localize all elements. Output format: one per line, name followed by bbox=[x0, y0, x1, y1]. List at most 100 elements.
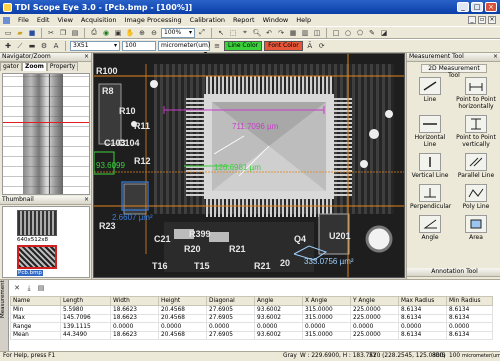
tool-vertical-line[interactable]: Vertical Line bbox=[410, 153, 450, 179]
col-name[interactable]: Name bbox=[10, 296, 61, 306]
select-icon[interactable]: ⬚ bbox=[228, 28, 238, 38]
annotation-area-poly[interactable]: 333.0756 µm² bbox=[304, 257, 354, 266]
measure-line-icon[interactable]: ⟋ bbox=[15, 41, 25, 51]
annotation-distance[interactable]: 126.6981 µm bbox=[214, 163, 261, 172]
col-angle[interactable]: Angle bbox=[254, 296, 303, 306]
thumbnail-item[interactable] bbox=[17, 210, 57, 236]
font-icon[interactable]: Ā bbox=[305, 41, 315, 51]
tool-horizontal-line[interactable]: Horizontal Line bbox=[410, 115, 450, 148]
arrow-icon[interactable]: ↖ bbox=[216, 28, 226, 38]
navigator-close-icon[interactable]: × bbox=[84, 53, 89, 61]
table-row[interactable]: Mean 44.3490 18.6623 20.4568 27.6905 93.6002 3… bbox=[10, 330, 493, 340]
camera-icon[interactable]: ▣ bbox=[113, 28, 123, 38]
thumbnail-item[interactable] bbox=[17, 245, 57, 269]
save-icon[interactable]: ■ bbox=[27, 28, 37, 38]
pcb-image[interactable]: R100 R8 R10 R11 R12 C103 C104 R23 C21 R2… bbox=[94, 54, 405, 278]
zoom-out-icon[interactable]: ⊖ bbox=[149, 28, 159, 38]
menu-edit[interactable]: Edit bbox=[37, 16, 50, 24]
polygon-icon[interactable]: ⬠ bbox=[355, 28, 365, 38]
annotation-tool-header[interactable]: Annotation Tool bbox=[407, 268, 500, 277]
col-height[interactable]: Height bbox=[158, 296, 207, 306]
col-min-radius[interactable]: Min Radius bbox=[446, 296, 493, 306]
col-diagonal[interactable]: Diagonal bbox=[206, 296, 255, 306]
measurement-side-tab[interactable]: Measurement bbox=[0, 280, 9, 352]
tab-property[interactable]: Property bbox=[46, 62, 79, 71]
redo-icon[interactable]: ↷ bbox=[276, 28, 286, 38]
tool-poly-line[interactable]: Poly Line bbox=[456, 184, 496, 210]
tool-point-to-point-vertical[interactable]: Point to Point vertically bbox=[456, 115, 496, 148]
col-width[interactable]: Width bbox=[110, 296, 159, 306]
objective-select[interactable]: 3X51 bbox=[70, 41, 120, 51]
zoom-select[interactable]: 100% bbox=[161, 27, 195, 38]
zoom-in-icon[interactable]: ⊕ bbox=[137, 28, 147, 38]
ruler-icon[interactable]: ▬ bbox=[27, 41, 37, 51]
tab-navigator[interactable]: gator bbox=[0, 62, 22, 71]
mdi-restore-button[interactable]: ▫ bbox=[478, 16, 486, 24]
menu-view[interactable]: View bbox=[57, 16, 72, 24]
table-row[interactable]: Max 145.7096 18.6623 20.4568 27.6905 93.6002 3… bbox=[10, 313, 493, 323]
col-max-radius[interactable]: Max Radius bbox=[398, 296, 447, 306]
open-icon[interactable]: ▰ bbox=[15, 28, 25, 38]
zoom-preview[interactable] bbox=[2, 73, 90, 195]
pin-icon[interactable]: ✚ bbox=[3, 41, 13, 51]
hand-icon[interactable]: ✋ bbox=[125, 28, 135, 38]
image-viewport[interactable]: R100 R8 R10 R11 R12 C103 C104 R23 C21 R2… bbox=[93, 53, 405, 278]
menu-acquisition[interactable]: Acquisition bbox=[81, 16, 117, 24]
line-color-button[interactable]: Line Color bbox=[224, 41, 263, 51]
thumbnail-close-icon[interactable]: × bbox=[84, 196, 89, 204]
magnification-field[interactable]: 100 bbox=[122, 41, 156, 51]
fit-icon[interactable]: ⤢ bbox=[197, 28, 207, 38]
print-icon[interactable]: ⎙ bbox=[89, 28, 99, 38]
tool-parallel-line[interactable]: Parallel Line bbox=[456, 153, 496, 179]
tool-perpendicular[interactable]: Perpendicular bbox=[410, 184, 451, 210]
undo-icon[interactable]: ↶ bbox=[264, 28, 274, 38]
table-row[interactable]: Range 139.1115 0.0000 0.0000 0.0000 0.0000 0.0… bbox=[10, 322, 493, 332]
menu-report[interactable]: Report bbox=[233, 16, 255, 24]
table-row[interactable]: Min 5.5980 18.6623 20.4568 27.6905 93.6002 315… bbox=[10, 305, 493, 315]
ellipse-icon[interactable]: ○ bbox=[343, 28, 353, 38]
unit-select[interactable]: micrometer(um) bbox=[158, 41, 210, 51]
menu-window[interactable]: Window bbox=[263, 16, 289, 24]
menu-calibration[interactable]: Calibration bbox=[190, 16, 225, 24]
fill-icon[interactable]: ◪ bbox=[379, 28, 389, 38]
mdi-minimize-button[interactable]: _ bbox=[468, 16, 476, 24]
annotation-angle[interactable]: 93.6099 bbox=[96, 161, 125, 170]
rectangle-icon[interactable]: □ bbox=[331, 28, 341, 38]
close-button[interactable]: × bbox=[485, 2, 497, 12]
paste-icon[interactable]: ▤ bbox=[70, 28, 80, 38]
app-menu-icon[interactable] bbox=[3, 16, 10, 24]
copy-icon[interactable]: ❐ bbox=[58, 28, 68, 38]
col-y-angle[interactable]: Y Angle bbox=[350, 296, 399, 306]
grid-icon[interactable]: ▦ bbox=[288, 28, 298, 38]
tool-angle[interactable]: Angle bbox=[410, 215, 450, 241]
font-color-button[interactable]: Font Color bbox=[264, 41, 303, 51]
freehand-icon[interactable]: ✎ bbox=[367, 28, 377, 38]
mdi-close-button[interactable]: × bbox=[488, 16, 496, 24]
export-icon[interactable]: ⤓ bbox=[24, 283, 34, 293]
crosshair-icon[interactable]: ⌖ bbox=[240, 28, 250, 38]
col-x-angle[interactable]: X Angle bbox=[302, 296, 351, 306]
line-style-icon[interactable]: ≡ bbox=[212, 41, 222, 51]
clear-icon[interactable]: ✕ bbox=[12, 283, 22, 293]
report-icon[interactable]: ▤ bbox=[36, 283, 46, 293]
capture-icon[interactable]: ◉ bbox=[101, 28, 111, 38]
tab-zoom[interactable]: Zoom bbox=[21, 62, 47, 71]
measurement-panel-close-icon[interactable]: × bbox=[493, 53, 498, 61]
col-length[interactable]: Length bbox=[60, 296, 111, 306]
compare-icon[interactable]: ◫ bbox=[312, 28, 322, 38]
minimize-button[interactable]: _ bbox=[457, 2, 469, 12]
new-icon[interactable]: ▭ bbox=[3, 28, 13, 38]
settings-icon[interactable]: ⚙ bbox=[39, 41, 49, 51]
tool-point-to-point-horizontal[interactable]: Point to Point horizontally bbox=[456, 77, 496, 110]
refresh-icon[interactable]: ⟳ bbox=[317, 41, 327, 51]
histogram-icon[interactable]: ▥ bbox=[300, 28, 310, 38]
menu-file[interactable]: File bbox=[18, 16, 29, 24]
cut-icon[interactable]: ✂ bbox=[46, 28, 56, 38]
menu-image-processing[interactable]: Image Processing bbox=[125, 16, 182, 24]
menu-help[interactable]: Help bbox=[296, 16, 311, 24]
maximize-button[interactable]: □ bbox=[471, 2, 483, 12]
magnify-icon[interactable]: 🔍︎ bbox=[252, 28, 262, 38]
annotation-length[interactable]: 711.7096 µm bbox=[232, 122, 279, 131]
text-icon[interactable]: A bbox=[51, 41, 61, 51]
tool-line[interactable]: Line bbox=[410, 77, 450, 103]
